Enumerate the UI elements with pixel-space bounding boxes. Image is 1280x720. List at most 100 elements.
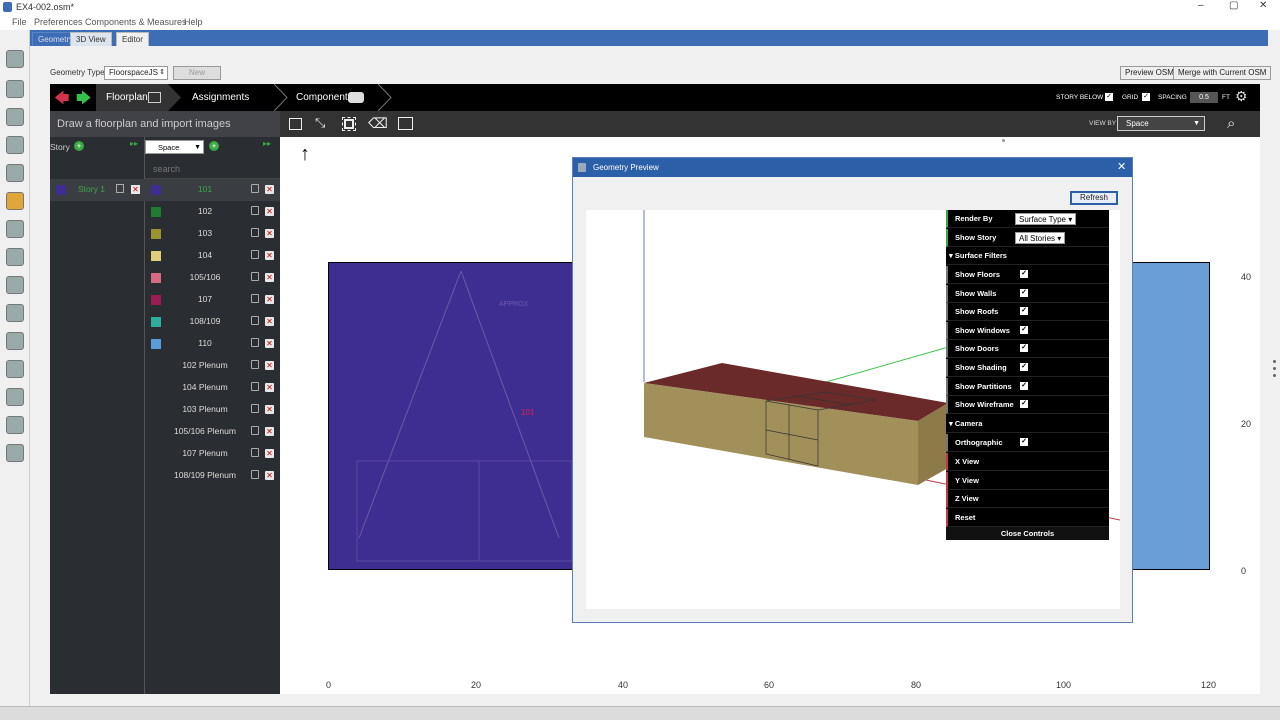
delete-icon[interactable]: ✕ — [265, 361, 274, 370]
copy-icon[interactable] — [251, 206, 259, 215]
thermal-zones-icon[interactable] — [6, 276, 24, 294]
filter-checkbox[interactable]: ✓ — [1020, 381, 1028, 390]
copy-icon[interactable] — [251, 404, 259, 413]
results-icon[interactable] — [6, 444, 24, 462]
add-space-icon[interactable]: + — [209, 141, 219, 151]
geometry-icon[interactable] — [6, 192, 24, 210]
select-tool-icon[interactable] — [342, 117, 356, 131]
space-row[interactable]: 104 Plenum ✕ — [145, 377, 280, 399]
copy-icon[interactable] — [251, 448, 259, 457]
nav-components[interactable]: Components — [296, 84, 386, 111]
orthographic-checkbox[interactable]: ✓ — [1020, 438, 1028, 446]
undo-arrow-icon[interactable]: 🡄 — [54, 88, 70, 113]
refresh-button[interactable]: Refresh — [1070, 191, 1118, 205]
view-by-select[interactable]: Space ▼ — [1117, 116, 1205, 131]
space-row[interactable]: 107 Plenum ✕ — [145, 443, 280, 465]
delete-icon[interactable]: ✕ — [131, 185, 140, 194]
camera-view-button[interactable]: Y View — [946, 471, 1109, 490]
outputs-icon[interactable] — [6, 332, 24, 350]
delete-icon[interactable]: ✕ — [265, 207, 274, 216]
spacing-input[interactable]: 0.5 — [1190, 92, 1218, 103]
space-row[interactable]: 101 ✕ — [145, 179, 280, 201]
camera-view-button[interactable]: Z View — [946, 490, 1109, 509]
space-101-polygon[interactable]: APPROX 101 — [329, 263, 573, 569]
measures-icon[interactable] — [6, 388, 24, 406]
space-row[interactable]: 108/109 Plenum ✕ — [145, 465, 280, 487]
filter-checkbox[interactable]: ✓ — [1020, 344, 1028, 353]
menu-components-measures[interactable]: Components & Measures — [85, 17, 187, 27]
nav-floorplan[interactable]: Floorplan — [96, 84, 168, 111]
run-icon[interactable] — [6, 416, 24, 434]
schedules-icon[interactable] — [6, 80, 24, 98]
close-controls-button[interactable]: Close Controls — [946, 527, 1109, 540]
simulation-settings-icon[interactable] — [6, 360, 24, 378]
space-row[interactable]: 102 ✕ — [145, 201, 280, 223]
polygon-tool-icon[interactable]: ⤡ — [315, 115, 325, 131]
delete-icon[interactable]: ✕ — [265, 317, 274, 326]
minimize-icon[interactable]: – — [1198, 0, 1204, 11]
filter-checkbox[interactable]: ✓ — [1020, 270, 1028, 278]
menu-preferences[interactable]: Preferences — [34, 17, 83, 27]
eraser-tool-icon[interactable]: ⌫ — [368, 115, 388, 132]
render-by-select[interactable]: Surface Type ▾ — [1015, 213, 1077, 225]
space-row[interactable]: 104 ✕ — [145, 245, 280, 267]
copy-icon[interactable] — [251, 272, 259, 281]
close-icon[interactable]: ✕ — [1259, 0, 1267, 11]
zoom-icon[interactable]: ⌕ — [1227, 115, 1235, 132]
show-story-select[interactable]: All Stories ▾ — [1015, 232, 1066, 244]
copy-icon[interactable] — [251, 184, 259, 193]
space-110-polygon[interactable] — [1133, 263, 1209, 569]
tab-editor[interactable]: Editor — [116, 32, 149, 46]
filter-checkbox[interactable]: ✓ — [1020, 307, 1028, 316]
copy-icon[interactable] — [251, 470, 259, 479]
copy-icon[interactable] — [251, 382, 259, 391]
redo-arrow-icon[interactable]: 🡆 — [76, 88, 92, 113]
copy-icon[interactable] — [251, 250, 259, 259]
delete-icon[interactable]: ✕ — [265, 471, 274, 480]
hvac-icon[interactable] — [6, 304, 24, 322]
menu-help[interactable]: Help — [184, 17, 203, 27]
space-row[interactable]: 103 ✕ — [145, 223, 280, 245]
space-row[interactable]: 105/106 Plenum ✕ — [145, 421, 280, 443]
surface-filters-folder[interactable]: ▾ Surface Filters — [946, 247, 1109, 265]
filter-checkbox[interactable]: ✓ — [1020, 400, 1028, 409]
loads-icon[interactable] — [6, 136, 24, 154]
preview-osm-button[interactable]: Preview OSM — [1120, 66, 1179, 80]
copy-icon[interactable] — [116, 184, 124, 193]
space-row[interactable]: 107 ✕ — [145, 289, 280, 311]
tab-3d-view[interactable]: 3D View — [70, 32, 112, 46]
merge-osm-button[interactable]: Merge with Current OSM — [1173, 66, 1272, 80]
copy-icon[interactable] — [251, 294, 259, 303]
copy-icon[interactable] — [251, 338, 259, 347]
delete-icon[interactable]: ✕ — [265, 383, 274, 392]
space-search-input[interactable] — [145, 159, 280, 179]
delete-icon[interactable]: ✕ — [265, 273, 274, 282]
story-row[interactable]: Story 1 ✕ — [50, 179, 145, 201]
expand-icon[interactable]: ▸▸ — [130, 139, 138, 148]
space-row[interactable]: 108/109 ✕ — [145, 311, 280, 333]
delete-icon[interactable]: ✕ — [265, 251, 274, 260]
space-type-select[interactable]: Space ▼ — [145, 140, 204, 154]
filter-checkbox[interactable]: ✓ — [1020, 325, 1028, 334]
copy-icon[interactable] — [251, 360, 259, 369]
delete-icon[interactable]: ✕ — [265, 449, 274, 458]
grid-checkbox[interactable]: ✓ — [1142, 93, 1150, 101]
camera-view-button[interactable]: X View — [946, 453, 1109, 471]
copy-icon[interactable] — [251, 316, 259, 325]
filter-checkbox[interactable]: ✓ — [1020, 288, 1028, 297]
copy-icon[interactable] — [251, 426, 259, 435]
add-story-icon[interactable]: + — [74, 141, 84, 151]
menu-file[interactable]: File — [12, 17, 27, 27]
filter-checkbox[interactable]: ✓ — [1020, 363, 1028, 371]
new-button[interactable]: New — [173, 66, 221, 80]
delete-icon[interactable]: ✕ — [265, 229, 274, 238]
delete-icon[interactable]: ✕ — [265, 427, 274, 436]
scrollbar[interactable] — [1268, 30, 1280, 706]
rectangle-tool-icon[interactable] — [289, 118, 302, 130]
nav-assignments[interactable]: Assignments 🔗 — [192, 84, 272, 130]
dialog-close-icon[interactable]: ✕ — [1117, 158, 1126, 177]
image-tool-icon[interactable] — [398, 117, 413, 130]
maximize-icon[interactable]: ▢ — [1229, 0, 1238, 11]
space-row[interactable]: 103 Plenum ✕ — [145, 399, 280, 421]
delete-icon[interactable]: ✕ — [265, 339, 274, 348]
